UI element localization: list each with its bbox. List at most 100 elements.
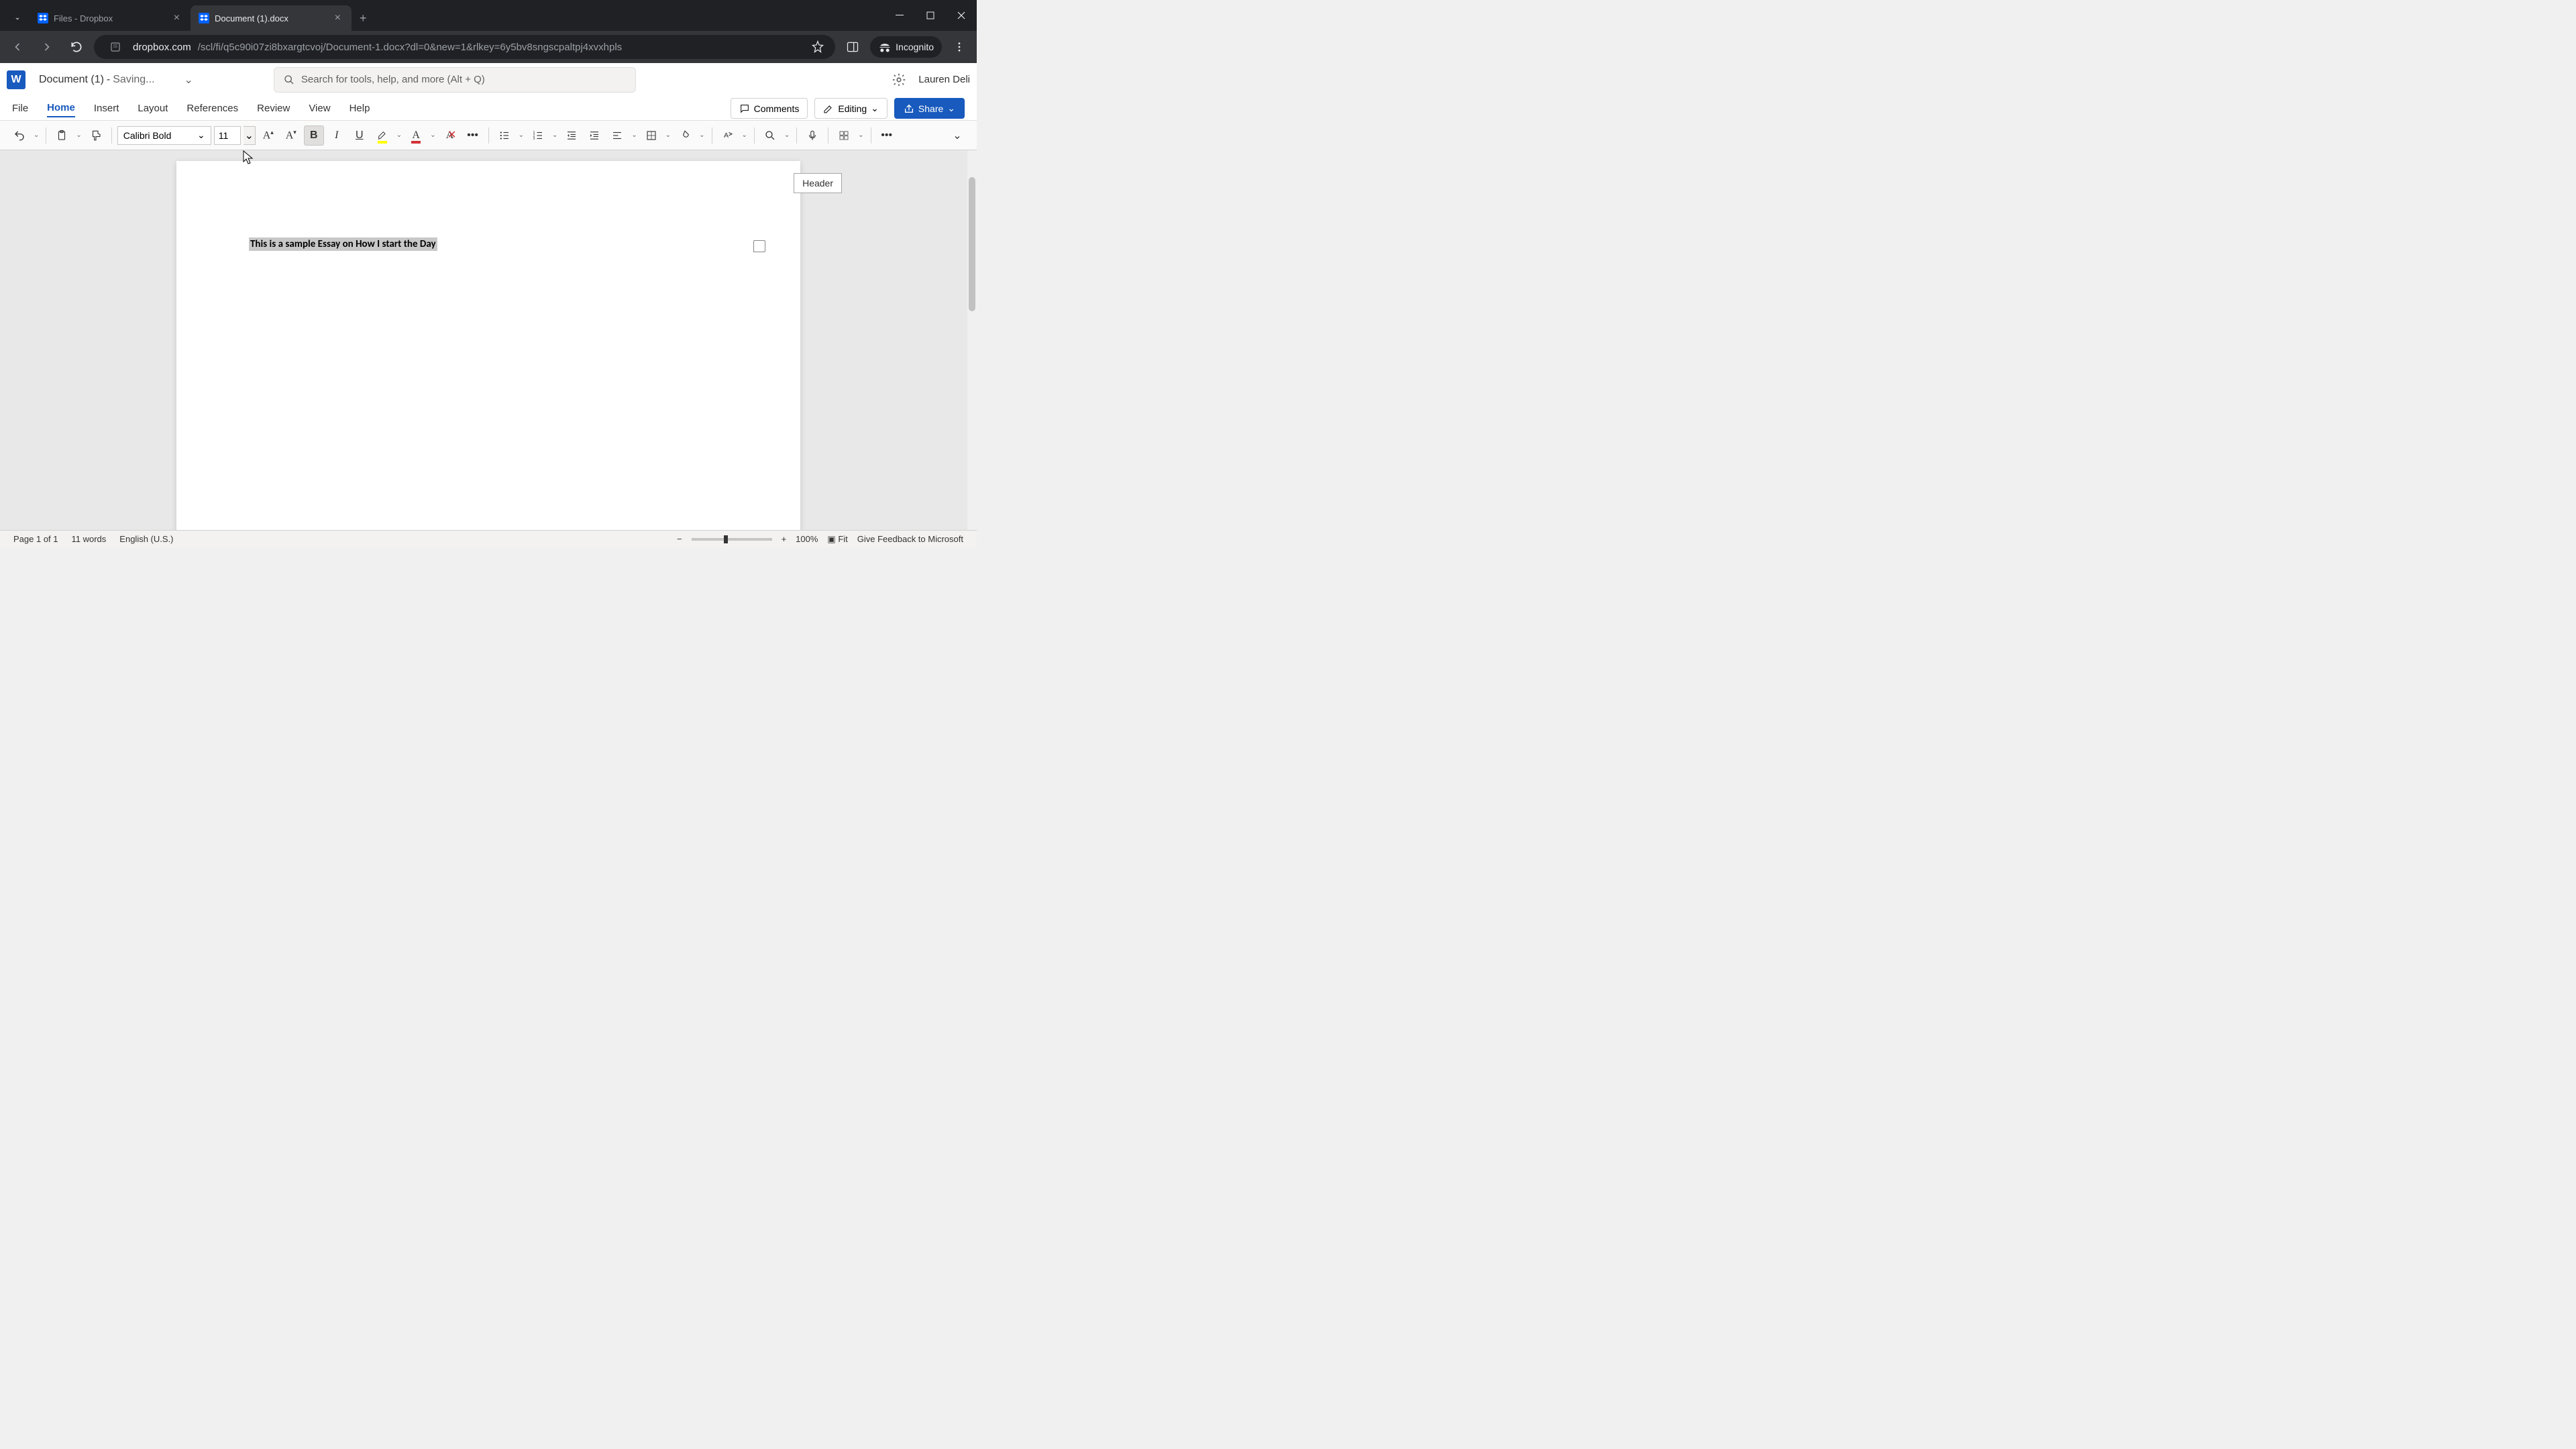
more-font-button[interactable]: •••	[463, 125, 483, 146]
tab-close-button[interactable]: ×	[171, 11, 182, 25]
paste-button[interactable]	[52, 125, 72, 146]
search-input[interactable]: Search for tools, help, and more (Alt + …	[274, 67, 636, 93]
shading-button[interactable]	[675, 125, 695, 146]
collapse-ribbon-button[interactable]: ⌄	[947, 125, 967, 146]
tab-references[interactable]: References	[186, 100, 238, 117]
numbering-dropdown[interactable]: ⌄	[551, 131, 559, 139]
document-title[interactable]: Document (1) - Saving... ⌄	[39, 73, 193, 87]
bullets-dropdown[interactable]: ⌄	[517, 131, 525, 139]
align-dropdown[interactable]: ⌄	[630, 131, 638, 139]
incognito-badge[interactable]: Incognito	[870, 36, 942, 58]
numbering-button[interactable]: 123	[528, 125, 548, 146]
document-body-text[interactable]: This is a sample Essay on How I start th…	[249, 237, 437, 251]
word-count[interactable]: 11 words	[72, 534, 107, 544]
page-info[interactable]: Page 1 of 1	[13, 534, 58, 544]
tab-review[interactable]: Review	[257, 100, 290, 117]
vertical-scrollbar[interactable]	[967, 150, 977, 530]
tab-help[interactable]: Help	[350, 100, 370, 117]
address-bar[interactable]: dropbox.com/scl/fi/q5c90i07zi8bxargtcvoj…	[94, 35, 835, 59]
language[interactable]: English (U.S.)	[119, 534, 173, 544]
site-info-icon[interactable]	[105, 36, 126, 58]
italic-button[interactable]: I	[327, 125, 347, 146]
zoom-slider-thumb[interactable]	[724, 535, 728, 543]
maximize-button[interactable]	[915, 0, 946, 31]
editor-dropdown[interactable]: ⌄	[857, 131, 865, 139]
undo-dropdown[interactable]: ⌄	[32, 131, 40, 139]
side-panel-icon[interactable]	[841, 35, 865, 59]
dictate-button[interactable]	[802, 125, 822, 146]
tab-search-button[interactable]	[5, 7, 30, 31]
fit-button[interactable]: ▣ Fit	[827, 534, 847, 545]
header-badge[interactable]: Header	[794, 173, 842, 193]
feedback-link[interactable]: Give Feedback to Microsoft	[857, 534, 963, 544]
settings-button[interactable]	[892, 72, 906, 87]
more-commands-button[interactable]: •••	[877, 125, 897, 146]
browser-menu-button[interactable]	[947, 35, 971, 59]
comment-indicator-icon[interactable]	[753, 240, 765, 252]
highlight-button[interactable]	[372, 125, 392, 146]
new-tab-button[interactable]: +	[352, 6, 375, 31]
minimize-button[interactable]	[884, 0, 915, 31]
paste-dropdown[interactable]: ⌄	[74, 131, 83, 139]
separator	[754, 127, 755, 144]
search-icon	[284, 74, 294, 85]
borders-button[interactable]	[641, 125, 661, 146]
styles-dropdown[interactable]: ⌄	[741, 131, 749, 139]
increase-indent-button[interactable]	[584, 125, 604, 146]
close-window-button[interactable]	[946, 0, 977, 31]
bold-button[interactable]: B	[304, 125, 324, 146]
tab-close-button[interactable]: ×	[332, 11, 343, 25]
share-button[interactable]: Share ⌄	[894, 98, 965, 119]
tab-insert[interactable]: Insert	[94, 100, 119, 117]
separator	[796, 127, 797, 144]
browser-tab-inactive[interactable]: Files - Dropbox ×	[30, 5, 191, 31]
editor-button[interactable]	[834, 125, 854, 146]
font-color-button[interactable]: A	[406, 125, 426, 146]
grow-font-button[interactable]: A▴	[258, 125, 278, 146]
user-name[interactable]: Lauren Deli	[918, 74, 970, 85]
font-size-input[interactable]: 11	[214, 126, 241, 145]
word-app-icon[interactable]: W	[7, 70, 25, 89]
editing-mode-button[interactable]: Editing ⌄	[814, 98, 888, 119]
comments-button[interactable]: Comments	[731, 98, 808, 119]
bookmark-icon[interactable]	[811, 40, 824, 54]
highlight-dropdown[interactable]: ⌄	[395, 131, 403, 139]
chevron-down-icon[interactable]: ⌄	[197, 129, 205, 141]
find-dropdown[interactable]: ⌄	[783, 131, 791, 139]
clear-formatting-button[interactable]: A✕	[440, 125, 460, 146]
undo-button[interactable]	[9, 125, 30, 146]
styles-button[interactable]: A	[718, 125, 738, 146]
borders-dropdown[interactable]: ⌄	[664, 131, 672, 139]
align-button[interactable]	[607, 125, 627, 146]
comment-icon	[739, 103, 750, 114]
font-name-input[interactable]: Calibri Bold⌄	[117, 126, 211, 145]
tab-layout[interactable]: Layout	[138, 100, 168, 117]
chevron-down-icon[interactable]: ⌄	[184, 73, 193, 87]
tab-title: Document (1).docx	[215, 13, 288, 23]
shrink-font-button[interactable]: A▾	[281, 125, 301, 146]
tab-file[interactable]: File	[12, 100, 28, 117]
reload-button[interactable]	[64, 35, 89, 59]
format-painter-button[interactable]	[86, 125, 106, 146]
decrease-indent-button[interactable]	[561, 125, 582, 146]
document-page[interactable]: Header This is a sample Essay on How I s…	[176, 161, 800, 530]
tab-view[interactable]: View	[309, 100, 330, 117]
scrollbar-thumb[interactable]	[969, 177, 975, 311]
zoom-out-button[interactable]: −	[677, 534, 682, 544]
chevron-down-icon: ⌄	[871, 103, 879, 114]
shading-dropdown[interactable]: ⌄	[698, 131, 706, 139]
browser-tab-active[interactable]: Document (1).docx ×	[191, 5, 352, 31]
underline-button[interactable]: U	[350, 125, 370, 146]
font-color-dropdown[interactable]: ⌄	[429, 131, 437, 139]
font-size-dropdown[interactable]: ⌄	[244, 126, 256, 145]
browser-tab-strip: Files - Dropbox × Document (1).docx × +	[0, 0, 977, 31]
document-canvas[interactable]: Header This is a sample Essay on How I s…	[0, 150, 977, 530]
find-button[interactable]	[760, 125, 780, 146]
back-button[interactable]	[5, 35, 30, 59]
zoom-slider[interactable]	[692, 538, 772, 541]
tab-home[interactable]: Home	[47, 99, 75, 117]
bullets-button[interactable]	[494, 125, 515, 146]
zoom-in-button[interactable]: +	[782, 534, 787, 544]
zoom-percent[interactable]: 100%	[796, 534, 818, 544]
forward-button[interactable]	[35, 35, 59, 59]
